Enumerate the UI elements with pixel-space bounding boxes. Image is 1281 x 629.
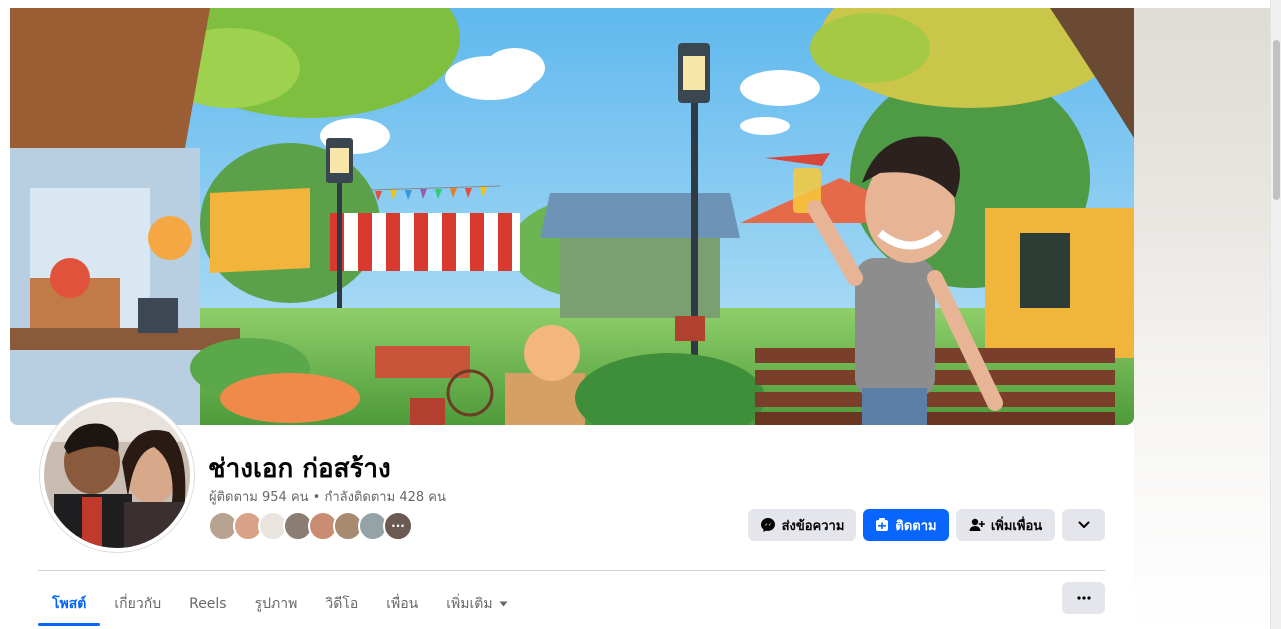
caret-down-icon bbox=[499, 601, 508, 607]
tab-about[interactable]: เกี่ยวกับ bbox=[100, 582, 175, 626]
background-shade bbox=[1134, 0, 1281, 629]
following-unit: คน bbox=[428, 490, 446, 505]
message-button[interactable]: ส่งข้อความ bbox=[748, 509, 856, 541]
cover-photo[interactable] bbox=[10, 8, 1134, 425]
stats-separator: • bbox=[312, 490, 321, 505]
following-count[interactable]: 428 bbox=[399, 490, 424, 505]
tab-label: เพิ่มเติม bbox=[446, 596, 493, 612]
scrollbar-thumb[interactable] bbox=[1273, 40, 1280, 200]
more-options-icon bbox=[1076, 596, 1091, 600]
tab-label: เกี่ยวกับ bbox=[114, 596, 162, 612]
profile-page: ช่างเอก ก่อสร้าง ผู้ติดตาม 954 คน • กำลั… bbox=[0, 0, 1281, 629]
tab-posts[interactable]: โพสต์ bbox=[38, 582, 101, 626]
tabs-divider bbox=[38, 570, 1105, 571]
profile-avatar[interactable] bbox=[40, 398, 194, 552]
tab-friends[interactable]: เพื่อน bbox=[372, 582, 432, 626]
tab-label: รูปภาพ bbox=[254, 596, 298, 612]
add-friend-icon bbox=[969, 518, 985, 531]
followers-label[interactable]: ผู้ติดตาม bbox=[209, 490, 258, 505]
messenger-icon bbox=[760, 518, 775, 532]
tab-videos[interactable]: วิดีโอ bbox=[311, 582, 372, 626]
followers-unit: คน bbox=[290, 490, 309, 505]
following-label[interactable]: กำลังติดตาม bbox=[324, 490, 395, 505]
tab-label: เพื่อน bbox=[386, 596, 419, 612]
more-followers-icon[interactable]: ··· bbox=[383, 511, 413, 541]
tab-label: โพสต์ bbox=[52, 596, 87, 612]
followers-count[interactable]: 954 bbox=[262, 490, 287, 505]
tab-more[interactable]: เพิ่มเติม bbox=[432, 582, 521, 626]
scrollbar[interactable] bbox=[1270, 0, 1281, 629]
message-button-label: ส่งข้อความ bbox=[781, 518, 845, 534]
profile-name: ช่างเอก ก่อสร้าง bbox=[208, 454, 391, 484]
profile-photo bbox=[44, 402, 190, 548]
tab-photos[interactable]: รูปภาพ bbox=[241, 582, 312, 626]
more-options-button[interactable] bbox=[1062, 582, 1105, 614]
tab-label: Reels bbox=[189, 596, 227, 612]
cover-illustration bbox=[10, 8, 1134, 425]
profile-tabs: โพสต์ เกี่ยวกับ Reels รูปภาพ วิดีโอ เพื่… bbox=[38, 582, 522, 626]
chevron-down-icon bbox=[1078, 521, 1089, 528]
follow-stats: ผู้ติดตาม 954 คน • กำลังติดตาม 428 คน bbox=[209, 486, 446, 507]
follow-button-label: ติดตาม bbox=[895, 518, 937, 534]
tab-reels[interactable]: Reels bbox=[175, 582, 241, 626]
tab-label: วิดีโอ bbox=[325, 596, 359, 612]
add-friend-button[interactable]: เพิ่มเพื่อน bbox=[956, 509, 1055, 541]
add-friend-button-label: เพิ่มเพื่อน bbox=[990, 518, 1043, 534]
profile-dropdown-button[interactable] bbox=[1062, 509, 1105, 541]
follower-avatar-stack: ··· bbox=[208, 511, 418, 541]
top-strip bbox=[0, 0, 1281, 8]
follow-button[interactable]: ติดตาม bbox=[863, 509, 949, 541]
follow-icon bbox=[876, 518, 889, 531]
